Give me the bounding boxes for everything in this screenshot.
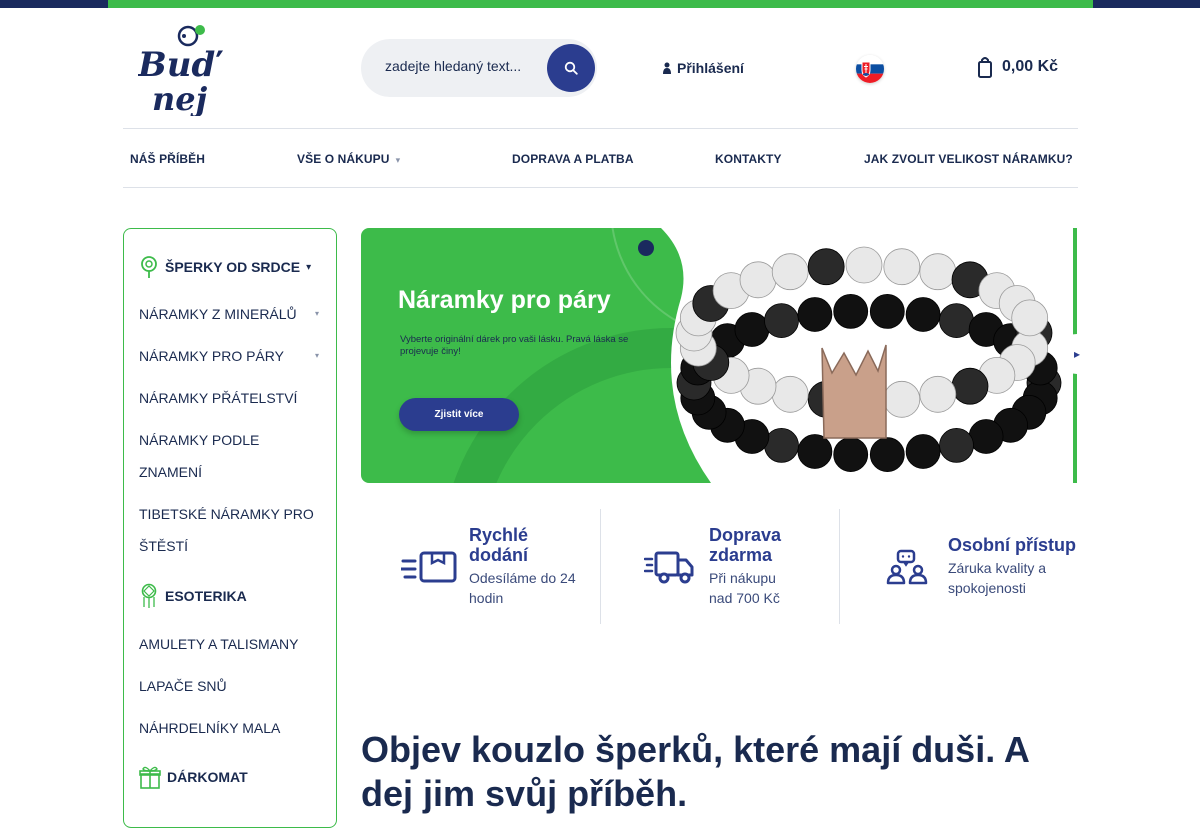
support-people-icon [886,549,928,585]
chevron-down-icon: ▾ [395,155,401,165]
sidebar-item-label: NÁRAMKY PODLE ZNAMENÍ [139,432,260,480]
category-sidebar: ŠPERKY OD SRDCE ▾ NÁRAMKY Z MINERÁLŮ ▾ NÁ… [123,228,337,828]
top-accent-green [108,0,1093,8]
nav-item-label: KONTAKTY [715,152,782,166]
main-navigation: NÁŠ PŘÍBĚH VŠE O NÁKUPU ▾ DOPRAVA A PLATB… [123,128,1078,188]
sidebar-item-label: AMULETY A TALISMANY [139,636,299,652]
hero-banner[interactable]: Náramky pro páry Vyberte originální dáre… [361,228,1077,483]
gift-icon [139,766,161,789]
sidebar-item-label: LAPAČE SNŮ [139,678,227,694]
nav-item-label: VŠE O NÁKUPU [297,152,390,166]
sidebar-item-couples[interactable]: NÁRAMKY PRO PÁRY ▾ [139,340,319,372]
sidebar-item-label: NÁHRDELNÍKY MALA [139,720,281,736]
sidebar-item-label: NÁRAMKY PRO PÁRY [139,348,284,364]
sidebar-item-label: NÁRAMKY PŘÁTELSTVÍ [139,390,298,406]
site-header: Buď nej Přihlášení 0,00 Kč [0,8,1200,128]
sidebar-item-tibetan[interactable]: TIBETSKÉ NÁRAMKY PRO ŠTĚSTÍ [139,498,319,562]
category-heading-esoterics[interactable]: ESOTERIKA [139,583,247,609]
cart-button[interactable]: 0,00 Kč [978,56,1058,78]
svg-text:Buď: Buď [138,45,223,85]
benefit-title: Doprava zdarma [709,525,782,565]
category-heading-label: ESOTERIKA [165,588,247,604]
pendant-icon [141,256,157,278]
login-link[interactable]: Přihlášení [663,60,744,76]
nav-item-label: JAK ZVOLIT VELIKOST NÁRAMKU? [864,152,1073,166]
cart-total: 0,00 Kč [1002,58,1059,75]
shopping-bag-icon [978,57,992,78]
dreamcatcher-icon [141,583,157,608]
category-heading-jewelry[interactable]: ŠPERKY OD SRDCE ▾ [139,255,311,279]
category-heading-gifts[interactable]: DÁRKOMAT [139,765,248,789]
sidebar-item-friendship[interactable]: NÁRAMKY PŘÁTELSTVÍ [139,382,319,414]
sidebar-item-label: TIBETSKÉ NÁRAMKY PRO ŠTĚSTÍ [139,506,314,554]
budnej-logo[interactable]: Buď nej [138,24,230,116]
benefit-subtitle: Záruka kvality a spokojenosti [948,560,1047,596]
top-accent-bar [0,0,1200,8]
sidebar-item-zodiac[interactable]: NÁRAMKY PODLE ZNAMENÍ [139,424,319,488]
truck-icon [644,551,694,584]
nav-item-about-shopping[interactable]: VŠE O NÁKUPU ▾ [297,152,400,166]
chevron-down-icon: ▾ [314,309,319,318]
search-input[interactable] [385,58,535,74]
chevron-right-icon: ▸ [1073,347,1081,361]
benefit-title: Osobní přístup [948,535,1076,555]
sidebar-item-label: NÁRAMKY Z MINERÁLŮ [139,306,297,322]
fast-delivery-icon [401,551,457,583]
nav-item-bracelet-size[interactable]: JAK ZVOLIT VELIKOST NÁRAMKU? [864,152,1073,166]
benefit-subtitle: Odesíláme do 24 hodin [469,570,576,606]
search-button[interactable] [547,44,595,92]
page-headline: Objev kouzlo šperků, které mají duši. A … [361,729,1029,814]
banner-text: Vyberte originální dárek pro vaši lásku.… [400,334,629,357]
carousel-next-button[interactable]: ▸ [1057,334,1097,374]
chevron-down-icon: ▾ [314,351,319,360]
login-label: Přihlášení [677,60,744,76]
slovak-flag-icon[interactable] [856,55,884,83]
benefit-fast-delivery: Rychlé dodání Odesíláme do 24 hodin [361,509,600,624]
sidebar-item-minerals[interactable]: NÁRAMKY Z MINERÁLŮ ▾ [139,298,319,330]
benefit-free-shipping: Doprava zdarma Při nákupu nad 700 Kč [600,509,839,624]
search-icon [564,61,578,75]
benefits-strip: Rychlé dodání Odesíláme do 24 hodin Dopr… [361,509,1077,624]
sidebar-item-amulets[interactable]: AMULETY A TALISMANY [139,628,319,660]
search-box [361,39,597,97]
chevron-down-icon: ▾ [306,261,312,273]
svg-text:nej: nej [152,80,208,116]
benefit-subtitle: Při nákupu nad 700 Kč [709,570,780,606]
sidebar-item-mala-necklaces[interactable]: NÁHRDELNÍKY MALA [139,712,319,744]
sidebar-item-dreamcatchers[interactable]: LAPAČE SNŮ [139,670,319,702]
benefit-personal-approach: Osobní přístup Záruka kvality a spokojen… [839,509,1078,624]
banner-cta-button[interactable]: Zjistit více [399,398,519,431]
nav-item-our-story[interactable]: NÁŠ PŘÍBĚH [130,152,205,166]
nav-item-label: NÁŠ PŘÍBĚH [130,152,206,166]
nav-item-shipping-payment[interactable]: DOPRAVA A PLATBA [512,152,634,166]
benefit-title: Rychlé dodání [469,525,529,565]
banner-title: Náramky pro páry [398,286,611,314]
couple-bracelets-image [675,246,1062,473]
category-heading-label: ŠPERKY OD SRDCE [165,259,301,275]
user-icon [663,62,671,74]
nav-item-label: DOPRAVA A PLATBA [512,152,634,166]
category-heading-label: DÁRKOMAT [167,769,248,785]
nav-item-contacts[interactable]: KONTAKTY [715,152,782,166]
